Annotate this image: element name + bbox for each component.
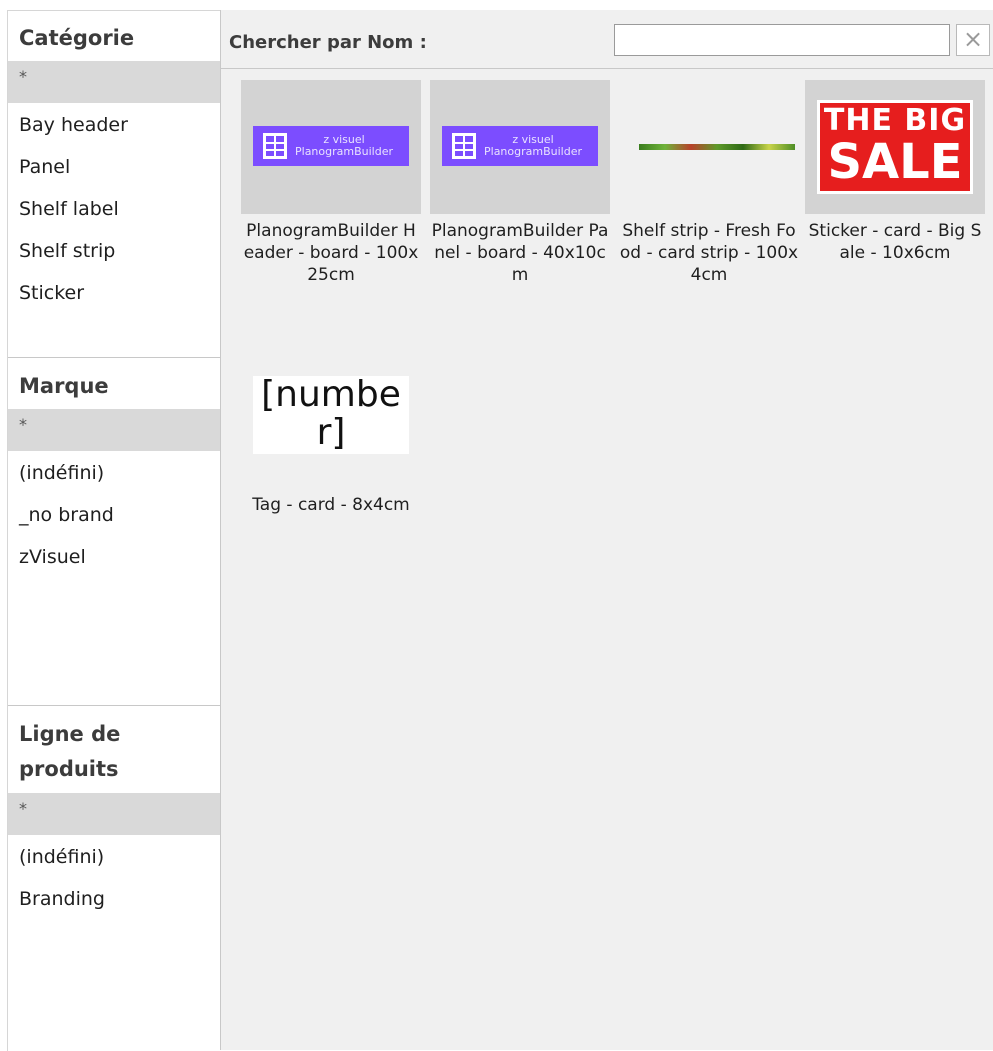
product-line-filter-all-label: *: [19, 799, 27, 818]
search-bar: Chercher par Nom : ×: [221, 10, 993, 69]
planogram-logo-icon: [263, 133, 287, 159]
category-item-panel[interactable]: Panel: [19, 155, 70, 179]
brand-item-undefined[interactable]: (indéfini): [19, 461, 104, 485]
brand-item-zvisuel[interactable]: zVisuel: [19, 545, 86, 569]
sale-line-1: THE BIG: [823, 103, 967, 138]
thumb-name-text: PlanogramBuilder: [295, 145, 393, 158]
product-line-item-branding[interactable]: Branding: [19, 887, 105, 911]
filter-sidebar: Catégorie * Bay header Panel Shelf label…: [7, 10, 221, 1051]
planogrambuilder-banner-image: z visuel PlanogramBuilder: [253, 126, 409, 166]
product-thumbnail: [number]: [241, 354, 421, 488]
category-filter-all-label: *: [19, 67, 27, 86]
big-sale-image: THE BIG SALE: [817, 100, 973, 194]
product-thumbnail: z visuel PlanogramBuilder: [430, 80, 610, 214]
section-divider: [8, 705, 221, 706]
category-section-title: Catégorie: [19, 26, 135, 50]
tag-number-image: [number]: [253, 376, 409, 454]
close-icon: ×: [962, 25, 984, 53]
product-line-item-undefined[interactable]: (indéfini): [19, 845, 104, 869]
product-label: PlanogramBuilder Header - board - 100x25…: [243, 221, 419, 285]
category-item-bay-header[interactable]: Bay header: [19, 113, 128, 137]
search-label: Chercher par Nom :: [229, 32, 427, 53]
product-thumbnail: [619, 80, 799, 214]
category-item-shelf-label[interactable]: Shelf label: [19, 197, 119, 221]
product-line-filter-all[interactable]: *: [8, 793, 221, 835]
search-input[interactable]: [614, 24, 950, 56]
planogram-logo-icon: [452, 133, 476, 159]
clear-search-button[interactable]: ×: [956, 24, 990, 56]
brand-filter-all[interactable]: *: [8, 409, 221, 451]
thumb-name-text: PlanogramBuilder: [484, 145, 582, 158]
product-line-section-title-2: produits: [19, 757, 119, 781]
product-label: PlanogramBuilder Panel - board - 40x10cm: [431, 221, 609, 285]
product-label: Tag - card - 8x4cm: [252, 495, 410, 515]
category-item-sticker[interactable]: Sticker: [19, 281, 84, 305]
section-divider: [8, 357, 221, 358]
product-browser: Chercher par Nom : × z visuel PlanogramB…: [221, 10, 993, 1050]
product-label: Sticker - card - Big Sale - 10x6cm: [808, 221, 982, 263]
product-thumbnail: z visuel PlanogramBuilder: [241, 80, 421, 214]
sale-line-2: SALE: [827, 134, 963, 190]
product-line-section-title-1: Ligne de: [19, 722, 121, 746]
brand-filter-all-label: *: [19, 415, 27, 434]
shelf-strip-image: [639, 144, 795, 150]
brand-item-no-brand[interactable]: _no brand: [19, 503, 114, 527]
category-item-shelf-strip[interactable]: Shelf strip: [19, 239, 115, 263]
product-thumbnail: THE BIG SALE: [805, 80, 985, 214]
product-label: Shelf strip - Fresh Food - card strip - …: [619, 221, 799, 285]
planogrambuilder-banner-image: z visuel PlanogramBuilder: [442, 126, 598, 166]
brand-section-title: Marque: [19, 374, 109, 398]
category-filter-all[interactable]: *: [8, 61, 221, 103]
